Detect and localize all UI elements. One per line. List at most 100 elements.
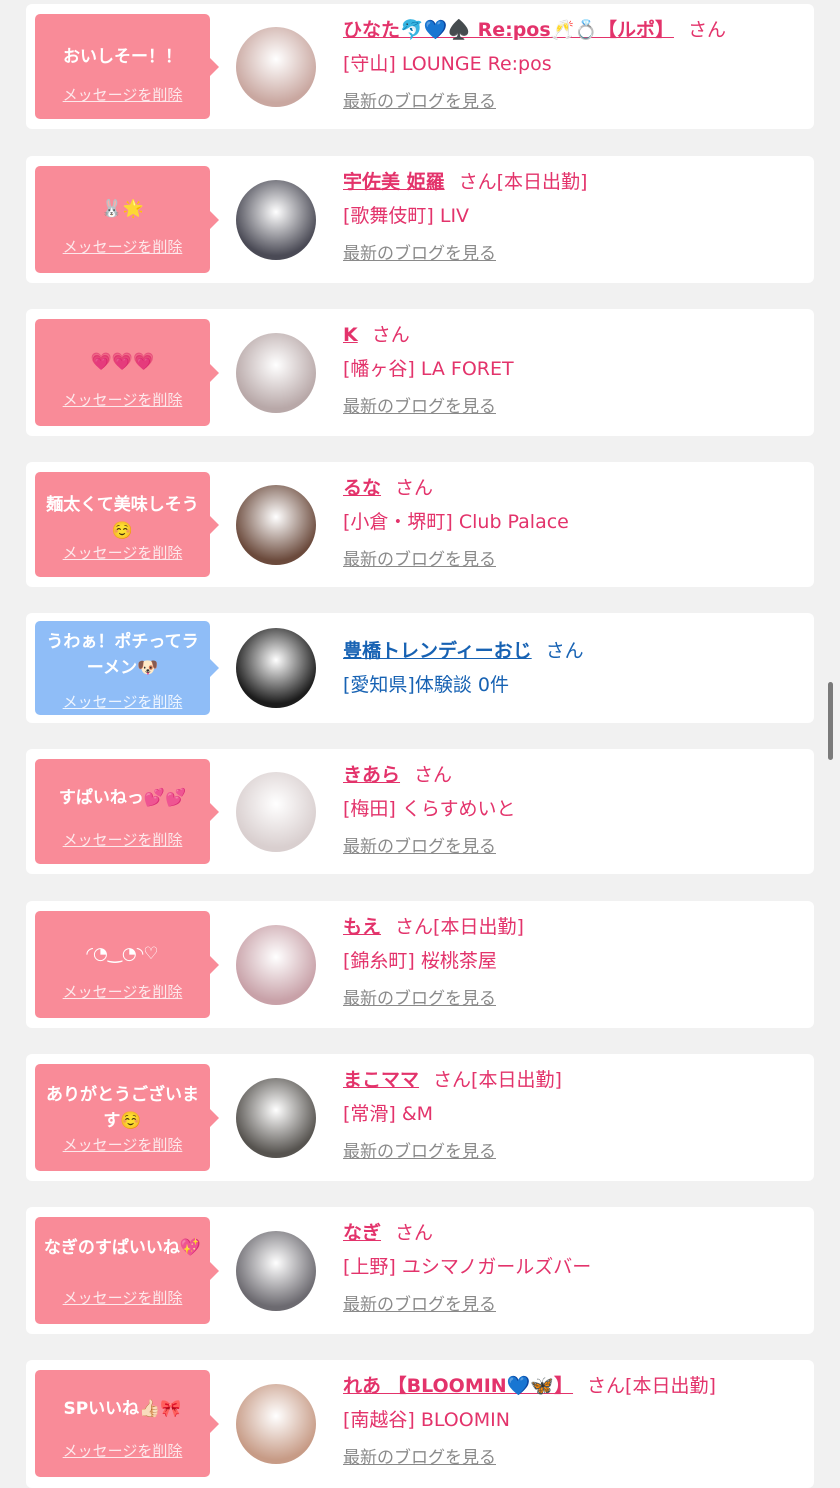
message-bubble: ありがとうございます☺️ メッセージを削除 bbox=[35, 1064, 219, 1171]
message-bubble: おいしそー！！ メッセージを削除 bbox=[35, 14, 219, 119]
delete-message-link[interactable]: メッセージを削除 bbox=[35, 691, 210, 712]
shop-label: [守山] LOUNGE Re:pos bbox=[343, 53, 552, 75]
user-info: ひなた🐬💙♠️ Re:pos🥂💍【ルポ】 さん [守山] LOUNGE Re:pos… bbox=[343, 16, 803, 114]
delete-message-link[interactable]: メッセージを削除 bbox=[35, 84, 210, 105]
user-name-link[interactable]: まこママ bbox=[343, 1069, 419, 1091]
message-bubble: 💗💗💗 メッセージを削除 bbox=[35, 319, 219, 426]
user-info: もえ さん[本日出勤] [錦糸町] 桜桃茶屋 最新のブログを見る bbox=[343, 913, 803, 1011]
honorific: さん bbox=[395, 1222, 434, 1244]
user-info: 宇佐美 姫羅 さん[本日出勤] [歌舞伎町] LIV 最新のブログを見る bbox=[343, 168, 803, 266]
message-card: おいしそー！！ メッセージを削除 ひなた🐬💙♠️ Re:pos🥂💍【ルポ】 さん [守山… bbox=[26, 4, 814, 129]
avatar[interactable] bbox=[236, 333, 316, 413]
honorific: さん bbox=[687, 19, 726, 41]
message-card: ありがとうございます☺️ メッセージを削除 まこママ さん[本日出勤] [常滑] &M 最… bbox=[26, 1054, 814, 1181]
name-row: れあ 【BLOOMIN💙🦋】 さん[本日出勤] bbox=[343, 1372, 803, 1400]
honorific: さん bbox=[433, 1069, 472, 1091]
shop-label: [常滑] &M bbox=[343, 1103, 434, 1125]
user-name-link[interactable]: れあ 【BLOOMIN💙🦋】 bbox=[343, 1375, 573, 1397]
message-bubble: SPいいね👍🏻🎀 メッセージを削除 bbox=[35, 1370, 219, 1477]
shop-label: [錦糸町] 桜桃茶屋 bbox=[343, 950, 497, 972]
delete-message-link[interactable]: メッセージを削除 bbox=[35, 542, 210, 563]
shop-label: [梅田] くらすめいと bbox=[343, 798, 516, 820]
latest-blog-link[interactable]: 最新のブログを見る bbox=[343, 395, 496, 419]
name-row: 豊橋トレンディーおじ さん bbox=[343, 637, 803, 665]
message-text: ありがとうございます☺️ bbox=[46, 1085, 199, 1131]
message-bubble: ◜◔‿◔◝♡ メッセージを削除 bbox=[35, 911, 219, 1018]
user-name-link[interactable]: 豊橋トレンディーおじ bbox=[343, 640, 532, 662]
user-name-link[interactable]: きあら bbox=[343, 764, 400, 786]
message-bubble: 麺太くて美味しそう☺️ メッセージを削除 bbox=[35, 472, 219, 577]
message-bubble: すぱいねっ💕💕 メッセージを削除 bbox=[35, 759, 219, 864]
honorific: さん bbox=[395, 916, 434, 938]
delete-message-link[interactable]: メッセージを削除 bbox=[35, 1287, 210, 1308]
user-name-link[interactable]: るな bbox=[343, 477, 381, 499]
shop-label: [幡ヶ谷] LA FORET bbox=[343, 358, 514, 380]
delete-message-link[interactable]: メッセージを削除 bbox=[35, 981, 210, 1002]
message-card: 💗💗💗 メッセージを削除 K さん [幡ヶ谷] LA FORET 最新のブログを見る bbox=[26, 309, 814, 436]
honorific: さん bbox=[545, 640, 584, 662]
delete-message-link[interactable]: メッセージを削除 bbox=[35, 389, 210, 410]
message-text: SPいいね👍🏻🎀 bbox=[63, 1399, 182, 1419]
on-duty-tag: [本日出勤] bbox=[471, 1069, 562, 1091]
avatar[interactable] bbox=[236, 772, 316, 852]
latest-blog-link[interactable]: 最新のブログを見る bbox=[343, 242, 496, 266]
latest-blog-link[interactable]: 最新のブログを見る bbox=[343, 1293, 496, 1317]
scrollbar[interactable] bbox=[828, 682, 833, 760]
avatar[interactable] bbox=[236, 485, 316, 565]
avatar[interactable] bbox=[236, 1384, 316, 1464]
message-bubble: 🐰🌟 メッセージを削除 bbox=[35, 166, 219, 273]
latest-blog-link[interactable]: 最新のブログを見る bbox=[343, 1446, 496, 1470]
avatar[interactable] bbox=[236, 180, 316, 260]
message-bubble: なぎのすぱいいね💖 メッセージを削除 bbox=[35, 1217, 219, 1324]
user-info: れあ 【BLOOMIN💙🦋】 さん[本日出勤] [南越谷] BLOOMIN 最新のブロ… bbox=[343, 1372, 803, 1470]
user-name-link[interactable]: K bbox=[343, 324, 358, 346]
message-card: なぎのすぱいいね💖 メッセージを削除 なぎ さん [上野] ユシマノガールズバー 最新のブ… bbox=[26, 1207, 814, 1334]
message-card: すぱいねっ💕💕 メッセージを削除 きあら さん [梅田] くらすめいと 最新のブログを見る bbox=[26, 749, 814, 874]
user-name-link[interactable]: ひなた🐬💙♠️ Re:pos🥂💍【ルポ】 bbox=[343, 19, 674, 41]
shop-label: [南越谷] BLOOMIN bbox=[343, 1409, 510, 1431]
on-duty-tag: [本日出勤] bbox=[496, 171, 588, 193]
delete-message-link[interactable]: メッセージを削除 bbox=[35, 1134, 210, 1155]
shop-label: [小倉・堺町] Club Palace bbox=[343, 511, 569, 533]
message-card: うわぁ！ポチってラーメン🐶 メッセージを削除 豊橋トレンディーおじ さん [愛知県]体験… bbox=[26, 613, 814, 723]
shop-label: [愛知県]体験談 0件 bbox=[343, 674, 509, 696]
shop-label: [歌舞伎町] LIV bbox=[343, 205, 470, 227]
latest-blog-link[interactable]: 最新のブログを見る bbox=[343, 90, 496, 114]
message-text: すぱいねっ💕💕 bbox=[58, 788, 187, 808]
avatar[interactable] bbox=[236, 1078, 316, 1158]
shop-label: [上野] ユシマノガールズバー bbox=[343, 1256, 592, 1278]
latest-blog-link[interactable]: 最新のブログを見る bbox=[343, 548, 496, 572]
delete-message-link[interactable]: メッセージを削除 bbox=[35, 236, 210, 257]
honorific: さん bbox=[395, 477, 434, 499]
name-row: 宇佐美 姫羅 さん[本日出勤] bbox=[343, 168, 803, 196]
honorific: さん bbox=[587, 1375, 626, 1397]
avatar[interactable] bbox=[236, 925, 316, 1005]
message-text: うわぁ！ポチってラーメン🐶 bbox=[46, 632, 199, 678]
user-name-link[interactable]: 宇佐美 姫羅 bbox=[343, 171, 445, 193]
name-row: きあら さん bbox=[343, 761, 803, 789]
user-info: K さん [幡ヶ谷] LA FORET 最新のブログを見る bbox=[343, 321, 803, 419]
message-text: なぎのすぱいいね💖 bbox=[43, 1238, 202, 1258]
avatar[interactable] bbox=[236, 27, 316, 107]
message-card: 麺太くて美味しそう☺️ メッセージを削除 るな さん [小倉・堺町] Club Pala… bbox=[26, 462, 814, 587]
message-text: 麺太くて美味しそう☺️ bbox=[46, 495, 199, 541]
user-info: きあら さん [梅田] くらすめいと 最新のブログを見る bbox=[343, 761, 803, 859]
latest-blog-link[interactable]: 最新のブログを見る bbox=[343, 1140, 496, 1164]
avatar[interactable] bbox=[236, 628, 316, 708]
user-info: 豊橋トレンディーおじ さん [愛知県]体験談 0件 bbox=[343, 637, 803, 699]
latest-blog-link[interactable]: 最新のブログを見る bbox=[343, 835, 496, 859]
user-name-link[interactable]: なぎ bbox=[343, 1222, 381, 1244]
on-duty-tag: [本日出勤] bbox=[433, 916, 524, 938]
delete-message-link[interactable]: メッセージを削除 bbox=[35, 1440, 210, 1461]
delete-message-link[interactable]: メッセージを削除 bbox=[35, 829, 210, 850]
message-text: 🐰🌟 bbox=[101, 199, 144, 219]
user-name-link[interactable]: もえ bbox=[343, 916, 381, 938]
avatar[interactable] bbox=[236, 1231, 316, 1311]
message-card: ◜◔‿◔◝♡ メッセージを削除 もえ さん[本日出勤] [錦糸町] 桜桃茶屋 最新のブログ… bbox=[26, 901, 814, 1028]
message-card: SPいいね👍🏻🎀 メッセージを削除 れあ 【BLOOMIN💙🦋】 さん[本日出勤] [南… bbox=[26, 1360, 814, 1488]
on-duty-tag: [本日出勤] bbox=[625, 1375, 716, 1397]
honorific: さん bbox=[458, 171, 497, 193]
latest-blog-link[interactable]: 最新のブログを見る bbox=[343, 987, 496, 1011]
name-row: るな さん bbox=[343, 474, 803, 502]
honorific: さん bbox=[371, 324, 410, 346]
